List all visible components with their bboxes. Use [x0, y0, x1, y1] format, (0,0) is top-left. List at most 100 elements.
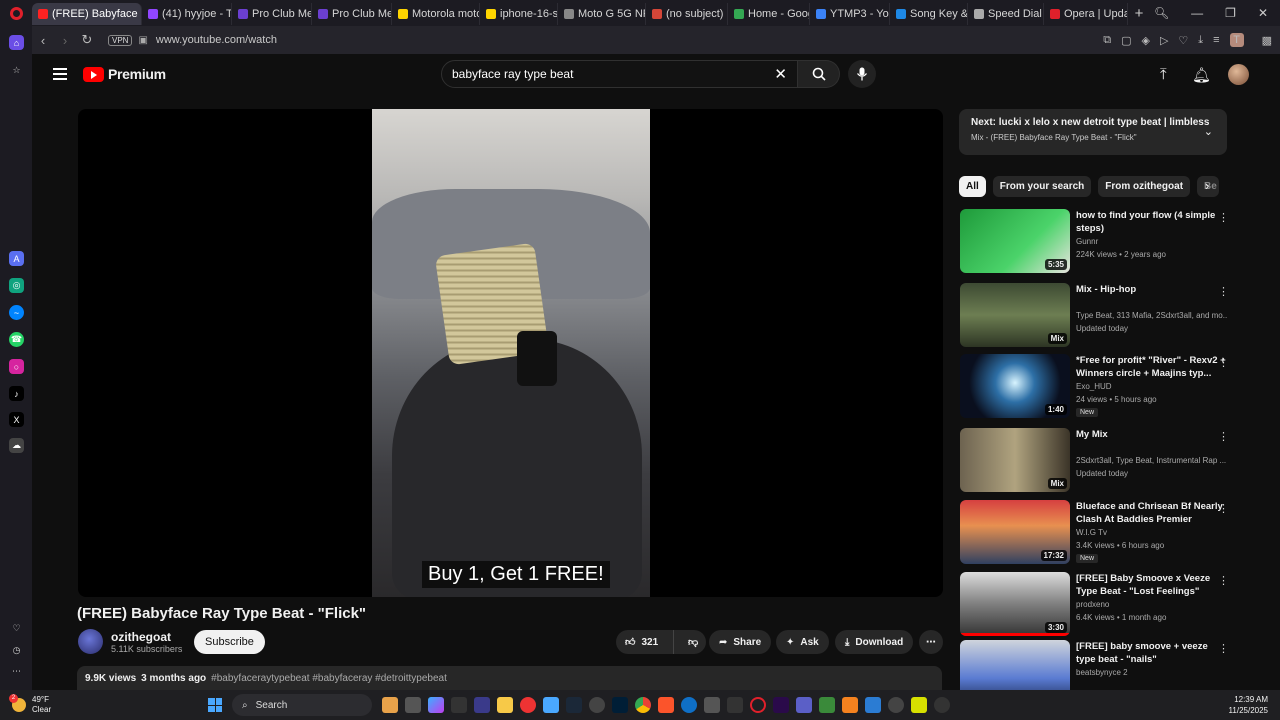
whatsapp-icon[interactable]: ☎ — [9, 332, 24, 347]
hashtags[interactable]: #babyfaceraytypebeat #babyfaceray #detro… — [211, 673, 447, 684]
taskbar-app-icon[interactable] — [681, 697, 697, 713]
recommended-video[interactable]: Mix Mix - Hip-hop Type Beat, 313 Mafia, 2S… — [960, 283, 1250, 349]
dislike-button[interactable]: 👎︎ — [680, 636, 698, 648]
youtube-logo[interactable]: Premium — [83, 66, 166, 82]
more-vertical-icon[interactable]: ⋮ — [1218, 502, 1229, 515]
chip-all[interactable]: All — [959, 176, 986, 197]
download-button[interactable]: ⤓ Download — [835, 630, 914, 654]
weather-widget[interactable]: 2 49°F Clear — [0, 694, 200, 715]
video-thumbnail[interactable]: Mix — [960, 428, 1070, 492]
video-thumbnail[interactable] — [960, 640, 1070, 690]
shield-icon[interactable]: ◈ — [1141, 34, 1149, 47]
like-button[interactable]: 👍︎ 321 — [616, 630, 674, 654]
aria-icon[interactable]: A — [9, 251, 24, 266]
new-tab-icon[interactable]: + — [1128, 5, 1150, 22]
windows-start-icon[interactable] — [208, 698, 222, 712]
recommended-video[interactable]: 3:30 [FREE] Baby Smoove x Veeze Type Beat… — [960, 572, 1250, 638]
chip-from-search[interactable]: From your search — [992, 176, 1092, 197]
extensions-icon[interactable]: ▩ — [1262, 34, 1272, 47]
camera-icon[interactable]: ▢ — [1121, 34, 1131, 47]
media-player-icon[interactable] — [934, 697, 950, 713]
recommended-video[interactable]: [FREE] baby smoove + veeze type beat - "… — [960, 640, 1250, 690]
browser-tab[interactable]: (no subject) - ty — [646, 3, 728, 25]
instagram-icon[interactable]: ○ — [9, 359, 24, 374]
taskbar-app-icon[interactable] — [842, 697, 858, 713]
chrome-icon[interactable] — [635, 697, 651, 713]
profile-avatar[interactable]: T — [1229, 33, 1244, 47]
menu-icon[interactable]: ≡ — [1213, 34, 1219, 46]
recommended-channel[interactable]: 2Sdxrt3all, Type Beat, Instrumental Rap … — [1076, 456, 1228, 465]
forward-icon[interactable]: › — [54, 33, 76, 48]
browser-tab[interactable]: Pro Club Men's — [312, 3, 392, 25]
recommended-video[interactable]: 5:35 how to find your flow (4 simple step… — [960, 209, 1250, 275]
x-icon[interactable]: X — [9, 412, 24, 427]
video-player[interactable]: Buy 1, Get 1 FREE! — [78, 109, 943, 597]
url-field[interactable]: www.youtube.com/watch — [156, 34, 277, 46]
taskbar-app-icon[interactable] — [520, 697, 536, 713]
recommended-video[interactable]: Mix My Mix 2Sdxrt3all, Type Beat, Instrume… — [960, 428, 1250, 494]
browser-tab[interactable]: (FREE) Babyface Ray T — [32, 3, 142, 25]
browser-tab[interactable]: iphone-16-savin — [480, 3, 558, 25]
messenger-icon[interactable]: ~ — [9, 305, 24, 320]
video-thumbnail[interactable]: 3:30 — [960, 572, 1070, 636]
taskbar-app-icon[interactable] — [543, 697, 559, 713]
steam-icon[interactable] — [566, 697, 582, 713]
notepad-icon[interactable] — [865, 697, 881, 713]
browser-tab[interactable]: Motorola moto — [392, 3, 480, 25]
taskbar-app-icon[interactable] — [451, 697, 467, 713]
browser-tab[interactable]: Pro Club Men's H — [232, 3, 312, 25]
channel-avatar[interactable] — [78, 629, 103, 654]
photoshop-icon[interactable] — [612, 697, 628, 713]
more-vertical-icon[interactable]: ⋮ — [1218, 642, 1229, 655]
brave-icon[interactable] — [658, 697, 674, 713]
taskbar-app-icon[interactable] — [704, 697, 720, 713]
star-icon[interactable]: ☆ — [9, 63, 24, 78]
taskbar-app-icon[interactable] — [727, 697, 743, 713]
browser-tab[interactable]: Moto G 5G NFC — [558, 3, 646, 25]
subscribe-button[interactable]: Subscribe — [194, 630, 265, 654]
tiktok-icon[interactable]: ♪ — [9, 386, 24, 401]
taskbar-clock[interactable]: 12:39 AM 11/25/2025 — [1229, 694, 1280, 716]
notifications-bell-icon[interactable]: 🔔︎ — [1192, 66, 1211, 84]
heart-sidebar-icon[interactable]: ♡ — [9, 621, 24, 636]
description-box[interactable]: 9.9K views 3 months ago #babyfaceraytype… — [77, 666, 942, 690]
copilot-icon[interactable] — [428, 697, 444, 713]
minimize-icon[interactable]: — — [1191, 6, 1203, 20]
voice-search-button[interactable] — [848, 60, 876, 88]
recommended-channel[interactable]: Type Beat, 313 Mafia, 2Sdxrt3all, and mo… — [1076, 311, 1228, 320]
heart-icon[interactable]: ♡ — [1178, 34, 1188, 47]
chevron-right-icon[interactable]: › — [1205, 178, 1209, 193]
browser-tab[interactable]: Opera | Update — [1044, 3, 1128, 25]
task-view-icon[interactable] — [405, 697, 421, 713]
more-vertical-icon[interactable]: ⋮ — [1218, 430, 1229, 443]
opera-logo-icon[interactable] — [0, 0, 32, 26]
taskbar-app-icon[interactable] — [382, 697, 398, 713]
reload-icon[interactable]: ↻ — [76, 32, 98, 48]
download-icon[interactable]: ⤓ — [1198, 34, 1203, 47]
search-input[interactable]: babyface ray type beat ✕ — [441, 60, 798, 88]
file-explorer-icon[interactable] — [497, 697, 513, 713]
recommended-channel[interactable]: prodxeno — [1076, 600, 1228, 609]
video-thumbnail[interactable]: 1:40 — [960, 354, 1070, 418]
screenshot-icon[interactable]: ⧉ — [1103, 34, 1111, 47]
recommended-video[interactable]: 17:32 Blueface and Chrisean Bf Nearly Cla… — [960, 500, 1250, 566]
taskbar-app-icon[interactable] — [589, 697, 605, 713]
search-button[interactable] — [798, 60, 840, 88]
taskbar-search[interactable]: ⌕ Search — [232, 694, 372, 716]
search-tabs-icon[interactable]: 🔍︎ — [1154, 6, 1169, 20]
maximize-icon[interactable]: ❐ — [1225, 6, 1236, 20]
taskbar-app-icon[interactable] — [911, 697, 927, 713]
share-button[interactable]: ➦ Share — [709, 630, 772, 654]
recommended-channel[interactable]: Gunnr — [1076, 237, 1228, 246]
more-vertical-icon[interactable]: ⋮ — [1218, 285, 1229, 298]
chatgpt-icon[interactable]: ◎ — [9, 278, 24, 293]
recommended-video[interactable]: 1:40 *Free for profit* "River" - Rexv2 + … — [960, 354, 1250, 420]
browser-tab[interactable]: YTMP3 - YouTub — [810, 3, 890, 25]
back-icon[interactable]: ‹ — [32, 33, 54, 48]
video-thumbnail[interactable]: Mix — [960, 283, 1070, 347]
browser-tab[interactable]: Speed Dial — [968, 3, 1044, 25]
upload-icon[interactable]: ⤒ — [1160, 66, 1167, 83]
discord-icon[interactable] — [474, 697, 490, 713]
recommended-channel[interactable]: W.I.G Tv — [1076, 528, 1228, 537]
channel-name[interactable]: ozithegoat — [111, 630, 171, 644]
